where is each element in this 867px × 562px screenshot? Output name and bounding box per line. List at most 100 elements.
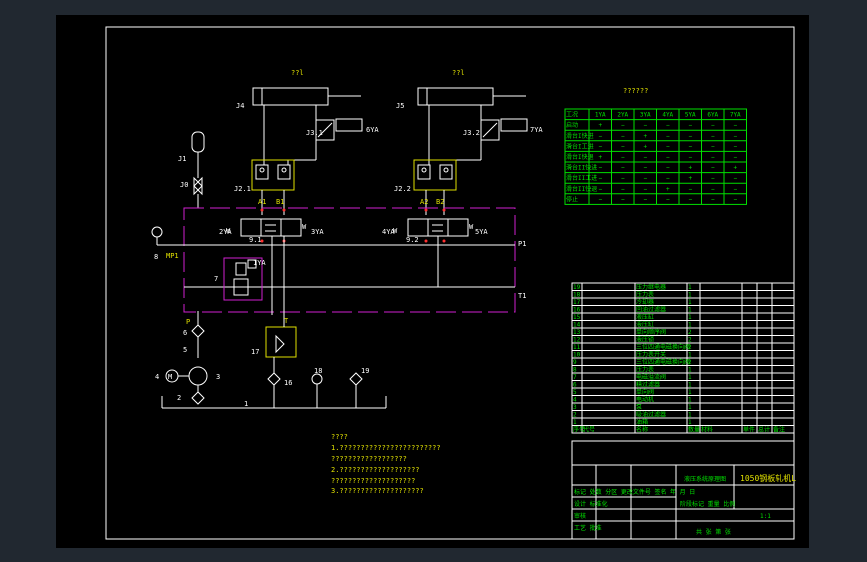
action-table-cell: − xyxy=(621,143,625,150)
j5-label: J5 xyxy=(396,102,404,110)
parts-list-cell: 15 xyxy=(573,314,581,321)
note-0: ???? xyxy=(331,433,348,441)
cylinder-j4 xyxy=(252,87,361,165)
action-table-cell: 启动 xyxy=(566,121,578,129)
note-1: 1.???????????????????????? xyxy=(331,444,441,452)
cylinder-2-title: ??l xyxy=(452,69,465,77)
action-table-cell: − xyxy=(688,133,692,140)
a2-label: A2 xyxy=(420,198,428,206)
action-table-cell: + xyxy=(688,165,692,172)
stage-label: 阶段标记 重量 比例 xyxy=(680,500,735,508)
action-table-cell: − xyxy=(598,143,602,150)
parts-list-header: 名称 xyxy=(636,426,648,434)
action-table-cell: + xyxy=(598,154,602,161)
9-2-label: 9.2 xyxy=(406,236,419,244)
2ya-label: 2YA xyxy=(219,228,232,236)
action-table-cell: + xyxy=(643,133,647,140)
action-table-cell: − xyxy=(598,196,602,203)
action-table-cell: − xyxy=(666,154,670,161)
parts-list-cell: 1 xyxy=(688,307,692,314)
parts-list-cell: 16 xyxy=(573,307,581,314)
action-table-cell: − xyxy=(643,154,647,161)
parts-list-cell: 8 xyxy=(573,367,577,374)
1-label: 1 xyxy=(244,400,248,408)
action-table-cell: − xyxy=(643,196,647,203)
6-label: 6 xyxy=(183,329,187,337)
7ya-label: 7YA xyxy=(530,126,543,134)
accumulator-j1 xyxy=(184,131,205,209)
parts-list-cell: 1 xyxy=(688,389,692,396)
action-table-cell: − xyxy=(621,196,625,203)
action-table-cell: 滑台I工进 xyxy=(566,142,594,150)
j1-label: J1 xyxy=(178,155,186,163)
action-table-cell: − xyxy=(711,186,715,193)
parts-list-cell: 3 xyxy=(573,404,577,411)
parts-list-cell: 1 xyxy=(688,284,692,291)
t1-label: T1 xyxy=(518,292,526,300)
directional-valve-9-1: W W xyxy=(226,218,307,237)
parts-list-cell: 电动机 xyxy=(636,396,654,404)
action-table-cell: − xyxy=(733,133,737,140)
8-label: 8 xyxy=(154,253,158,261)
parts-list-header: 单件 xyxy=(743,426,755,434)
19-label: 19 xyxy=(361,367,369,375)
action-table-cell: + xyxy=(666,186,670,193)
parts-list-cell: 11 xyxy=(573,344,581,351)
action-table-header: 工况 xyxy=(566,112,578,119)
title-row-3: 工艺 批准 xyxy=(574,524,602,532)
action-table-cell: − xyxy=(598,165,602,172)
action-table-cell: − xyxy=(733,196,737,203)
parts-list-cell: 压力表 xyxy=(636,291,654,299)
p-label: P xyxy=(186,318,190,326)
action-table-cell: + xyxy=(688,175,692,182)
parts-list-cell: 1 xyxy=(688,314,692,321)
parts-list-cell: 液压缸 xyxy=(636,321,654,329)
action-table-title: ?????? xyxy=(623,87,648,95)
action-table-header: 4YA xyxy=(662,112,673,119)
action-table-cell: − xyxy=(666,196,670,203)
action-table-cell: − xyxy=(688,143,692,150)
parts-list-cell: 6 xyxy=(573,382,577,389)
parts-list-cell: 1 xyxy=(688,352,692,359)
parts-list-cell: 压力表 xyxy=(636,366,654,374)
action-table-cell: − xyxy=(733,143,737,150)
parts-list-cell: 9 xyxy=(573,359,577,366)
parts-list-header: 总计 xyxy=(758,426,770,434)
action-table-cell: − xyxy=(733,186,737,193)
note-5: 3.???????????????????? xyxy=(331,487,424,495)
a1-label: A1 xyxy=(258,198,266,206)
action-table-header: 3YA xyxy=(640,112,651,119)
parts-list-cell: 2 xyxy=(573,412,577,419)
5ya-label: 5YA xyxy=(475,228,488,236)
hydraulic-lock-j2-1 xyxy=(251,159,295,215)
sequence-valve-j3-2 xyxy=(453,118,528,161)
parts-list-cell: 2 xyxy=(688,337,692,344)
action-table-header: 2YA xyxy=(617,112,628,119)
drawing-name: 液压系统原理图 xyxy=(684,475,726,483)
mp1-label: MP1 xyxy=(166,252,179,260)
action-table-cell: + xyxy=(598,122,602,129)
action-table-cell: − xyxy=(666,143,670,150)
parts-list-cell: 油箱 xyxy=(636,418,648,426)
cooler-17 xyxy=(265,315,297,358)
parts-list-cell: 回油过滤器 xyxy=(636,306,666,314)
title-block: 液压系统原理图 1050钢板轧机L 标记 处数 分区 更改文件号 签名 年 月 … xyxy=(571,440,796,540)
parts-list-header: 代号 xyxy=(583,426,595,434)
solenoid-action-table: 工况 1YA 2YA 3YA 4YA 5YA 6YA 7YA启动 + − − − − − −滑台I快进 − − +… xyxy=(564,108,747,205)
action-table-cell: − xyxy=(666,122,670,129)
action-table-cell: − xyxy=(711,143,715,150)
t-label: T xyxy=(284,317,289,325)
action-table-cell: − xyxy=(711,122,715,129)
action-table-cell: − xyxy=(733,122,737,129)
p1-label: P1 xyxy=(518,240,526,248)
drawing-sheet: ??l J4 J3.1 6YA J2.1 A1 B1 ??l J5 J3.2 7… xyxy=(56,15,809,548)
parts-list-cell: 压力表开关 xyxy=(636,351,666,359)
parts-list-cell: 1 xyxy=(688,367,692,374)
action-table-cell: − xyxy=(621,122,625,129)
note-3: 2.??????????????????? xyxy=(331,466,420,474)
technical-notes: ???? 1.???????????????????????? ????????… xyxy=(331,433,441,495)
action-table-header: 7YA xyxy=(730,112,741,119)
parts-list-cell: 压力继电器 xyxy=(636,283,666,291)
parts-list-cell: 12 xyxy=(573,337,581,344)
parts-list-cell: 精过滤器 xyxy=(636,381,660,389)
